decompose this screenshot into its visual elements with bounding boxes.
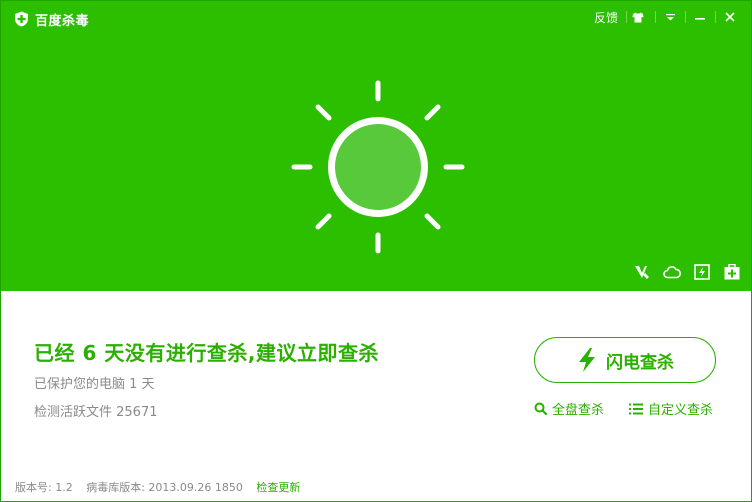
close-button[interactable]: [721, 7, 739, 27]
full-scan-link[interactable]: 全盘查杀: [534, 399, 604, 418]
medkit-button[interactable]: [723, 263, 741, 281]
active-files-text: 检测活跃文件 25671: [34, 405, 158, 420]
flash-box-icon: [694, 264, 710, 280]
virus-db-version-text: 病毒库版本: 2013.09.26 1850: [86, 481, 243, 494]
status-headline: 已经 6 天没有进行查杀,建议立即查杀: [34, 341, 379, 365]
custom-scan-label: 自定义查杀: [648, 403, 714, 418]
footer: 版本号: 1.2 病毒库版本: 2013.09.26 1850 检查更新: [15, 479, 310, 495]
chevron-down-icon: [665, 13, 675, 20]
skin-button[interactable]: [629, 7, 647, 27]
full-scan-label: 全盘查杀: [552, 403, 605, 418]
shirt-skin-icon: [632, 12, 644, 22]
minimize-icon: [695, 18, 705, 20]
custom-scan-link[interactable]: 自定义查杀: [629, 399, 713, 418]
divider: [655, 11, 656, 23]
divider: [626, 11, 627, 23]
check-update-link[interactable]: 检查更新: [256, 481, 300, 494]
app-title: 百度杀毒: [35, 14, 90, 29]
medkit-icon: [724, 264, 740, 280]
list-icon: [629, 403, 643, 414]
title-bar: 百度杀毒 反馈: [1, 1, 751, 35]
app-window: 百度杀毒 反馈 已经 6 天没有进行查杀,建议立即查杀 已保护您的电脑 1 天 …: [0, 0, 752, 502]
flash-box-button[interactable]: [693, 263, 711, 281]
lightning-icon: [579, 348, 595, 372]
sun-icon: [291, 80, 465, 254]
search-icon: [534, 402, 547, 415]
status-hero: 百度杀毒 反馈: [1, 1, 751, 291]
version-text: 版本号: 1.2: [15, 481, 73, 494]
divider: [685, 11, 686, 23]
cloud-icon: [663, 266, 681, 279]
close-icon: [725, 12, 735, 22]
minimize-button[interactable]: [691, 7, 709, 27]
divider: [715, 11, 716, 23]
shield-logo-icon: [15, 11, 28, 27]
feedback-link[interactable]: 反馈: [589, 7, 623, 27]
tool-bar: [633, 263, 741, 281]
quick-scan-button[interactable]: 闪电查杀: [534, 337, 716, 383]
tool-trust-button[interactable]: [633, 263, 651, 281]
cloud-button[interactable]: [663, 263, 681, 281]
menu-button[interactable]: [661, 7, 679, 27]
quick-scan-label: 闪电查杀: [606, 352, 674, 373]
protected-days-text: 已保护您的电脑 1 天: [34, 377, 155, 392]
tool-trust-icon: [635, 266, 649, 279]
